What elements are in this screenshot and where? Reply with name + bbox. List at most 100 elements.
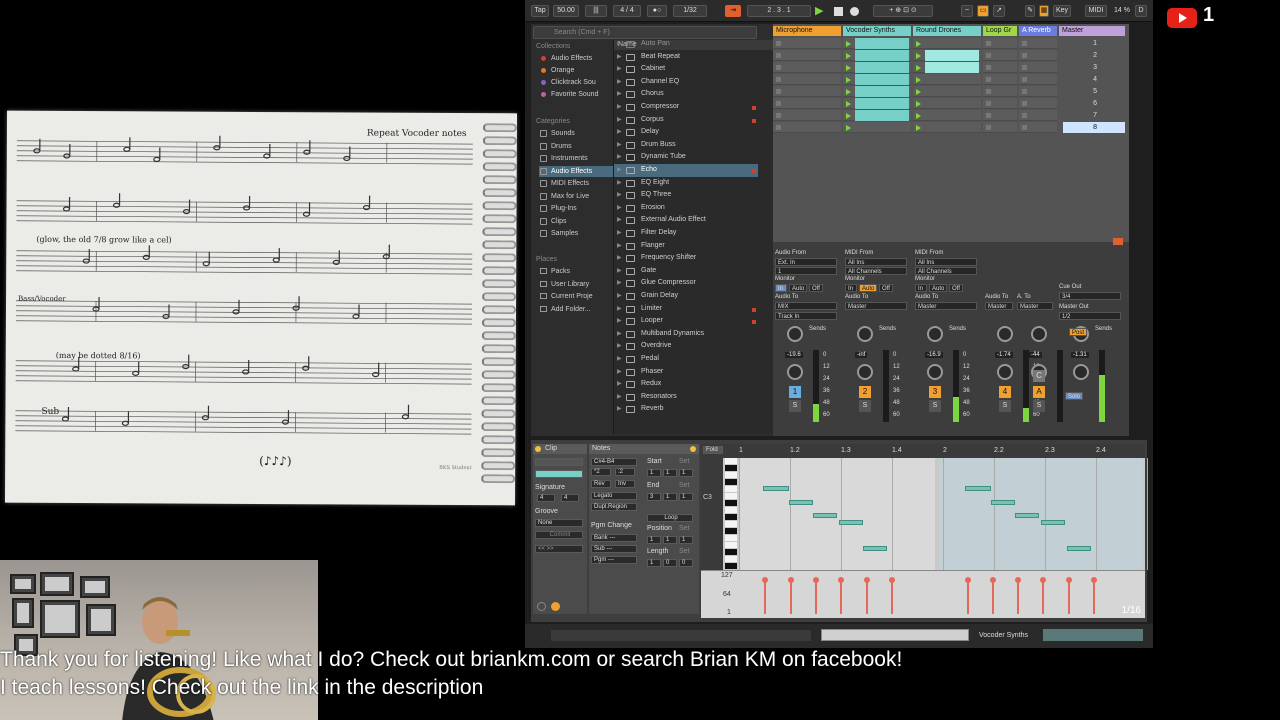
browser-item[interactable]: ▶ Overdrive (614, 340, 758, 353)
browser-item[interactable]: ▶ Chorus (614, 88, 758, 101)
set-length-button[interactable]: Set (679, 548, 690, 555)
post-button[interactable]: Post (1069, 328, 1087, 336)
track-header-master[interactable]: Master (1059, 26, 1125, 36)
expand-arrow-icon[interactable]: ▶ (617, 227, 622, 239)
scene-launch-7[interactable]: 7 (1063, 110, 1125, 121)
transport-extras[interactable]: + ⊕ ⊡ ⊙ (873, 5, 933, 17)
volume-readout[interactable]: -1.74 (995, 352, 1013, 358)
category-plug-ins[interactable]: Plug-Ins (539, 203, 613, 214)
velocity-marker[interactable] (788, 577, 794, 614)
monitor-in-button[interactable]: In (845, 284, 857, 292)
expand-arrow-icon[interactable]: ▶ (617, 88, 622, 100)
monitor-off-button[interactable]: Off (809, 284, 823, 292)
piano-key[interactable] (725, 486, 737, 492)
monitor-in-button[interactable]: In (915, 284, 927, 292)
clip-slot[interactable] (983, 74, 1017, 85)
browser-item[interactable]: ▶ EQ Three (614, 189, 758, 202)
clip-slot[interactable] (1019, 62, 1057, 73)
collection-item[interactable]: Favorite Sound (539, 89, 613, 100)
solo-button[interactable]: S (1033, 400, 1045, 412)
clip-vocoder[interactable] (855, 38, 909, 49)
stop-button-icon[interactable] (1022, 101, 1027, 106)
stop-button-icon[interactable] (916, 65, 921, 71)
track-header-microphone[interactable]: Microphone (773, 26, 841, 36)
category-clips[interactable]: Clips (539, 216, 613, 227)
expand-arrow-icon[interactable]: ▶ (617, 403, 622, 415)
expand-arrow-icon[interactable]: ▶ (617, 315, 622, 327)
expand-arrow-icon[interactable]: ▶ (617, 277, 622, 289)
groove-select[interactable]: None (535, 519, 583, 527)
midi-map-button[interactable]: MIDI (1085, 5, 1107, 17)
browser-item[interactable]: ▶ Filter Delay (614, 227, 758, 240)
crossfade-assign-button[interactable]: C (1033, 370, 1045, 382)
clip-launch-icon[interactable] (846, 89, 851, 95)
output-select[interactable]: Master (915, 302, 977, 310)
browser-item[interactable]: ▶ Frequency Shifter (614, 252, 758, 265)
clip-slot[interactable] (983, 38, 1017, 49)
pan-knob[interactable] (787, 364, 803, 380)
clip-slot[interactable] (913, 98, 981, 109)
send-knob[interactable] (787, 326, 803, 342)
browser-item[interactable]: ▶ Dynamic Tube (614, 151, 758, 164)
browser-item[interactable]: ▶ EQ Eight (614, 177, 758, 190)
stop-all-clips-icon[interactable] (1113, 238, 1123, 245)
browser-item[interactable]: ▶ Channel EQ (614, 76, 758, 89)
piano-key[interactable] (725, 563, 737, 569)
stop-button-icon[interactable] (776, 53, 781, 58)
input-channel-select[interactable]: 1 (775, 267, 837, 275)
clip-vocoder[interactable] (855, 50, 909, 61)
browser-item[interactable]: ▶ Multiband Dynamics (614, 328, 758, 341)
stop-button-icon[interactable] (1022, 89, 1027, 94)
expand-arrow-icon[interactable]: ▶ (617, 202, 622, 214)
expand-arrow-icon[interactable]: ▶ (617, 63, 622, 75)
sub-bank-field[interactable]: Sub --- (591, 545, 637, 553)
place-item[interactable]: Add Folder... (539, 304, 613, 315)
send-knob[interactable] (927, 326, 943, 342)
category-max-for-live[interactable]: Max for Live (539, 191, 613, 202)
start-field[interactable]: 1 (679, 469, 693, 477)
monitor-off-button[interactable]: Off (879, 284, 893, 292)
output-select[interactable]: Master (845, 302, 907, 310)
duplicate-region-button[interactable]: Dupl.Region (591, 503, 637, 511)
track-activator-A[interactable]: A (1033, 386, 1045, 398)
velocity-marker[interactable] (864, 577, 870, 614)
piano-key[interactable] (725, 535, 737, 541)
notes-activator-icon[interactable] (690, 446, 696, 452)
quantize-menu[interactable]: 1/32 (673, 5, 707, 17)
clip-launch-icon[interactable] (846, 53, 851, 59)
volume-readout[interactable]: -16.9 (925, 352, 943, 358)
stop-button-icon[interactable] (986, 65, 991, 70)
scene-launch-2[interactable]: 2 (1063, 50, 1125, 61)
solo-button[interactable]: S (859, 400, 871, 412)
stop-button-icon[interactable] (916, 41, 921, 47)
midi-note[interactable] (1067, 546, 1091, 551)
midi-note[interactable] (965, 486, 991, 491)
overview-strip[interactable] (821, 629, 969, 641)
clip-launch-icon[interactable] (846, 41, 851, 47)
track-activator-3[interactable]: 3 (929, 386, 941, 398)
divide-button[interactable]: :2 (615, 468, 635, 476)
song-position-field[interactable]: 2 . 3 . 1 (747, 5, 811, 17)
nudge-buttons[interactable]: << >> (535, 545, 583, 553)
clip-slot[interactable] (1019, 38, 1057, 49)
monitor-auto-button[interactable]: Auto (789, 284, 807, 292)
piano-key[interactable] (725, 556, 737, 562)
stop-button-icon[interactable] (1022, 41, 1027, 46)
expand-arrow-icon[interactable]: ▶ (617, 240, 622, 252)
output-select[interactable]: MIX (775, 302, 837, 310)
track-activator-4[interactable]: 4 (999, 386, 1011, 398)
clip-slot[interactable] (913, 74, 981, 85)
start-field[interactable]: 1 (663, 469, 677, 477)
master-out-select[interactable]: 1/2 (1059, 312, 1121, 320)
key-map-button[interactable]: Key (1053, 5, 1071, 17)
browser-item[interactable]: ▶ Compressor (614, 101, 758, 114)
volume-readout[interactable]: -44 (1029, 352, 1042, 358)
stop-icon[interactable] (832, 5, 844, 17)
clip-slot[interactable] (913, 86, 981, 97)
expand-arrow-icon[interactable]: ▶ (617, 151, 622, 163)
multiply-button[interactable]: *2 (591, 468, 611, 476)
clip-slot[interactable] (773, 110, 841, 121)
computer-midi-keyboard-icon[interactable]: ▦ (1039, 5, 1049, 17)
browser-item[interactable]: ▶ Beat Repeat (614, 51, 758, 64)
clip-slot[interactable] (773, 38, 841, 49)
